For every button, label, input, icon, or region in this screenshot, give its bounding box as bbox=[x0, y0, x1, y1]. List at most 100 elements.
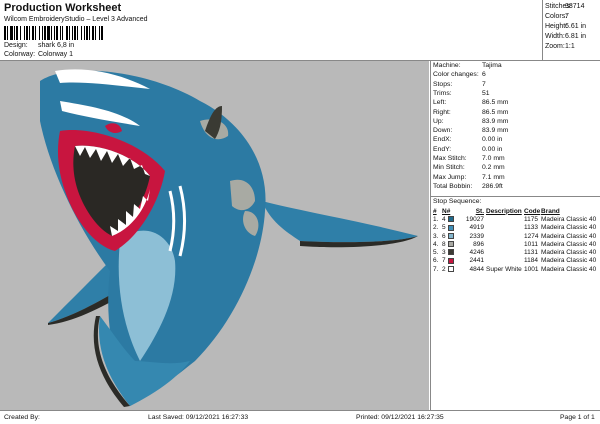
barcode-bar bbox=[26, 26, 28, 40]
row-brand: Madeira Classic 40 bbox=[541, 240, 597, 248]
row-needle: 6 bbox=[442, 232, 454, 240]
row-index: 2. bbox=[433, 224, 439, 232]
barcode bbox=[4, 26, 152, 40]
stat-stitches: Stitches: 38714 bbox=[545, 3, 585, 10]
stat-colors: Colors: 7 bbox=[545, 13, 569, 20]
barcode-bar bbox=[77, 26, 78, 40]
row-code: 1011 bbox=[524, 240, 538, 248]
row-stitches: 4919 bbox=[469, 224, 484, 232]
barcode-bar bbox=[29, 26, 30, 40]
row-stitches: 19027 bbox=[465, 215, 484, 223]
row-brand: Madeira Classic 40 bbox=[541, 265, 597, 273]
row-description bbox=[484, 232, 524, 240]
color-swatch bbox=[447, 224, 454, 231]
color-swatch bbox=[447, 257, 454, 264]
barcode-bar bbox=[44, 26, 46, 40]
footer: Created By: Last Saved: 09/12/2021 16:27… bbox=[0, 410, 600, 424]
row-index: 7. bbox=[433, 265, 439, 273]
color-swatch bbox=[447, 216, 454, 223]
table-row: 1. 4 19027 1175 Madeira Classic 40 bbox=[433, 215, 596, 223]
colorway-name: Colorway 1 bbox=[38, 51, 74, 58]
barcode-bar bbox=[7, 26, 8, 40]
row-stitches: 2441 bbox=[469, 257, 484, 265]
row-code: 1001 bbox=[524, 265, 539, 273]
row-needle: 7 bbox=[442, 257, 454, 265]
row-index: 5. bbox=[433, 249, 439, 257]
barcode-bar bbox=[4, 26, 6, 40]
row-index: 3. bbox=[433, 232, 439, 240]
row-index: 1. bbox=[433, 215, 439, 223]
row-brand: Madeira Classic 40 bbox=[541, 257, 597, 265]
col-needle: N# bbox=[442, 207, 451, 215]
barcode-bar bbox=[14, 26, 15, 40]
row-code: 1131 bbox=[524, 249, 538, 257]
barcode-bar bbox=[42, 26, 43, 40]
barcode-bar bbox=[72, 26, 73, 40]
row-description bbox=[484, 215, 524, 223]
col-brand: Brand bbox=[541, 207, 560, 215]
sequence-divider bbox=[431, 196, 600, 197]
stop-sequence-table: # N# St. Description Code Brand 1. 4 19027… bbox=[433, 207, 596, 273]
barcode-bar bbox=[99, 26, 100, 40]
row-stitches: 4844 bbox=[469, 265, 484, 273]
barcode-bar bbox=[24, 26, 25, 40]
barcode-bar bbox=[66, 26, 68, 40]
table-header-row: # N# St. Description Code Brand bbox=[433, 207, 596, 215]
row-brand: Madeira Classic 40 bbox=[541, 232, 597, 240]
barcode-bar bbox=[56, 26, 58, 40]
design-label: Design: bbox=[4, 42, 28, 49]
software-subtitle: Wilcom EmbroideryStudio – Level 3 Advanc… bbox=[4, 16, 148, 23]
row-description bbox=[484, 248, 524, 256]
table-row: 5. 3 4246 1131 Madeira Classic 40 bbox=[433, 248, 596, 256]
row-brand: Madeira Classic 40 bbox=[541, 215, 597, 223]
barcode-bar bbox=[74, 26, 76, 40]
barcode-bar bbox=[47, 26, 50, 40]
barcode-bar bbox=[69, 26, 70, 40]
barcode-bar bbox=[84, 26, 85, 40]
col-index: # bbox=[433, 207, 437, 215]
table-row: 4. 8 896 1011 Madeira Classic 40 bbox=[433, 240, 596, 248]
col-description: Description bbox=[486, 207, 522, 215]
stats-divider bbox=[542, 0, 543, 60]
design-preview bbox=[0, 61, 429, 410]
printed-date: Printed: 09/12/2021 16:27:35 bbox=[356, 414, 444, 421]
stat-height: Height: 6.61 in bbox=[545, 23, 587, 30]
row-description bbox=[484, 257, 524, 265]
row-needle: 4 bbox=[442, 215, 454, 223]
color-swatch bbox=[447, 266, 454, 272]
row-index: 6. bbox=[433, 257, 439, 265]
row-stitches: 896 bbox=[473, 240, 484, 248]
barcode-bar bbox=[89, 26, 90, 40]
design-stats: Stitches: 38714 Colors: 7 Height: 6.61 in W… bbox=[545, 3, 600, 53]
table-row: 7. 2 4844 Super White 1001 Madeira Classic 40 bbox=[433, 265, 596, 273]
row-needle: 3 bbox=[442, 248, 454, 256]
info-panel: Machine: Tajima Color changes: 6 Stops: 7 T… bbox=[430, 61, 600, 410]
barcode-bar bbox=[86, 26, 88, 40]
row-stitches: 2339 bbox=[469, 232, 484, 240]
table-row: 2. 5 4919 1133 Madeira Classic 40 bbox=[433, 224, 596, 232]
row-description: Super White bbox=[486, 265, 522, 273]
barcode-bar bbox=[10, 26, 13, 40]
stat-zoom: Zoom: 1:1 bbox=[545, 43, 575, 50]
col-code: Code bbox=[524, 207, 541, 215]
row-stitches: 4246 bbox=[469, 249, 484, 257]
barcode-bar bbox=[16, 26, 18, 40]
last-saved: Last Saved: 09/12/2021 16:27:33 bbox=[148, 414, 249, 421]
row-index: 4. bbox=[433, 240, 439, 248]
barcode-bar bbox=[51, 26, 52, 40]
barcode-bar bbox=[20, 26, 21, 40]
page-number: Page 1 of 1 bbox=[560, 414, 595, 421]
barcode-bar bbox=[32, 26, 34, 40]
row-brand: Madeira Classic 40 bbox=[541, 224, 597, 232]
row-code: 1274 bbox=[524, 232, 539, 240]
row-code: 1175 bbox=[524, 215, 538, 223]
row-needle: 5 bbox=[442, 224, 454, 232]
barcode-bar bbox=[81, 26, 82, 40]
color-swatch bbox=[447, 241, 454, 248]
barcode-bar bbox=[92, 26, 94, 40]
barcode-bar bbox=[35, 26, 36, 40]
row-brand: Madeira Classic 40 bbox=[541, 249, 597, 257]
row-description bbox=[484, 224, 524, 232]
row-code: 1133 bbox=[524, 224, 538, 232]
col-stitches: St. bbox=[475, 207, 484, 215]
